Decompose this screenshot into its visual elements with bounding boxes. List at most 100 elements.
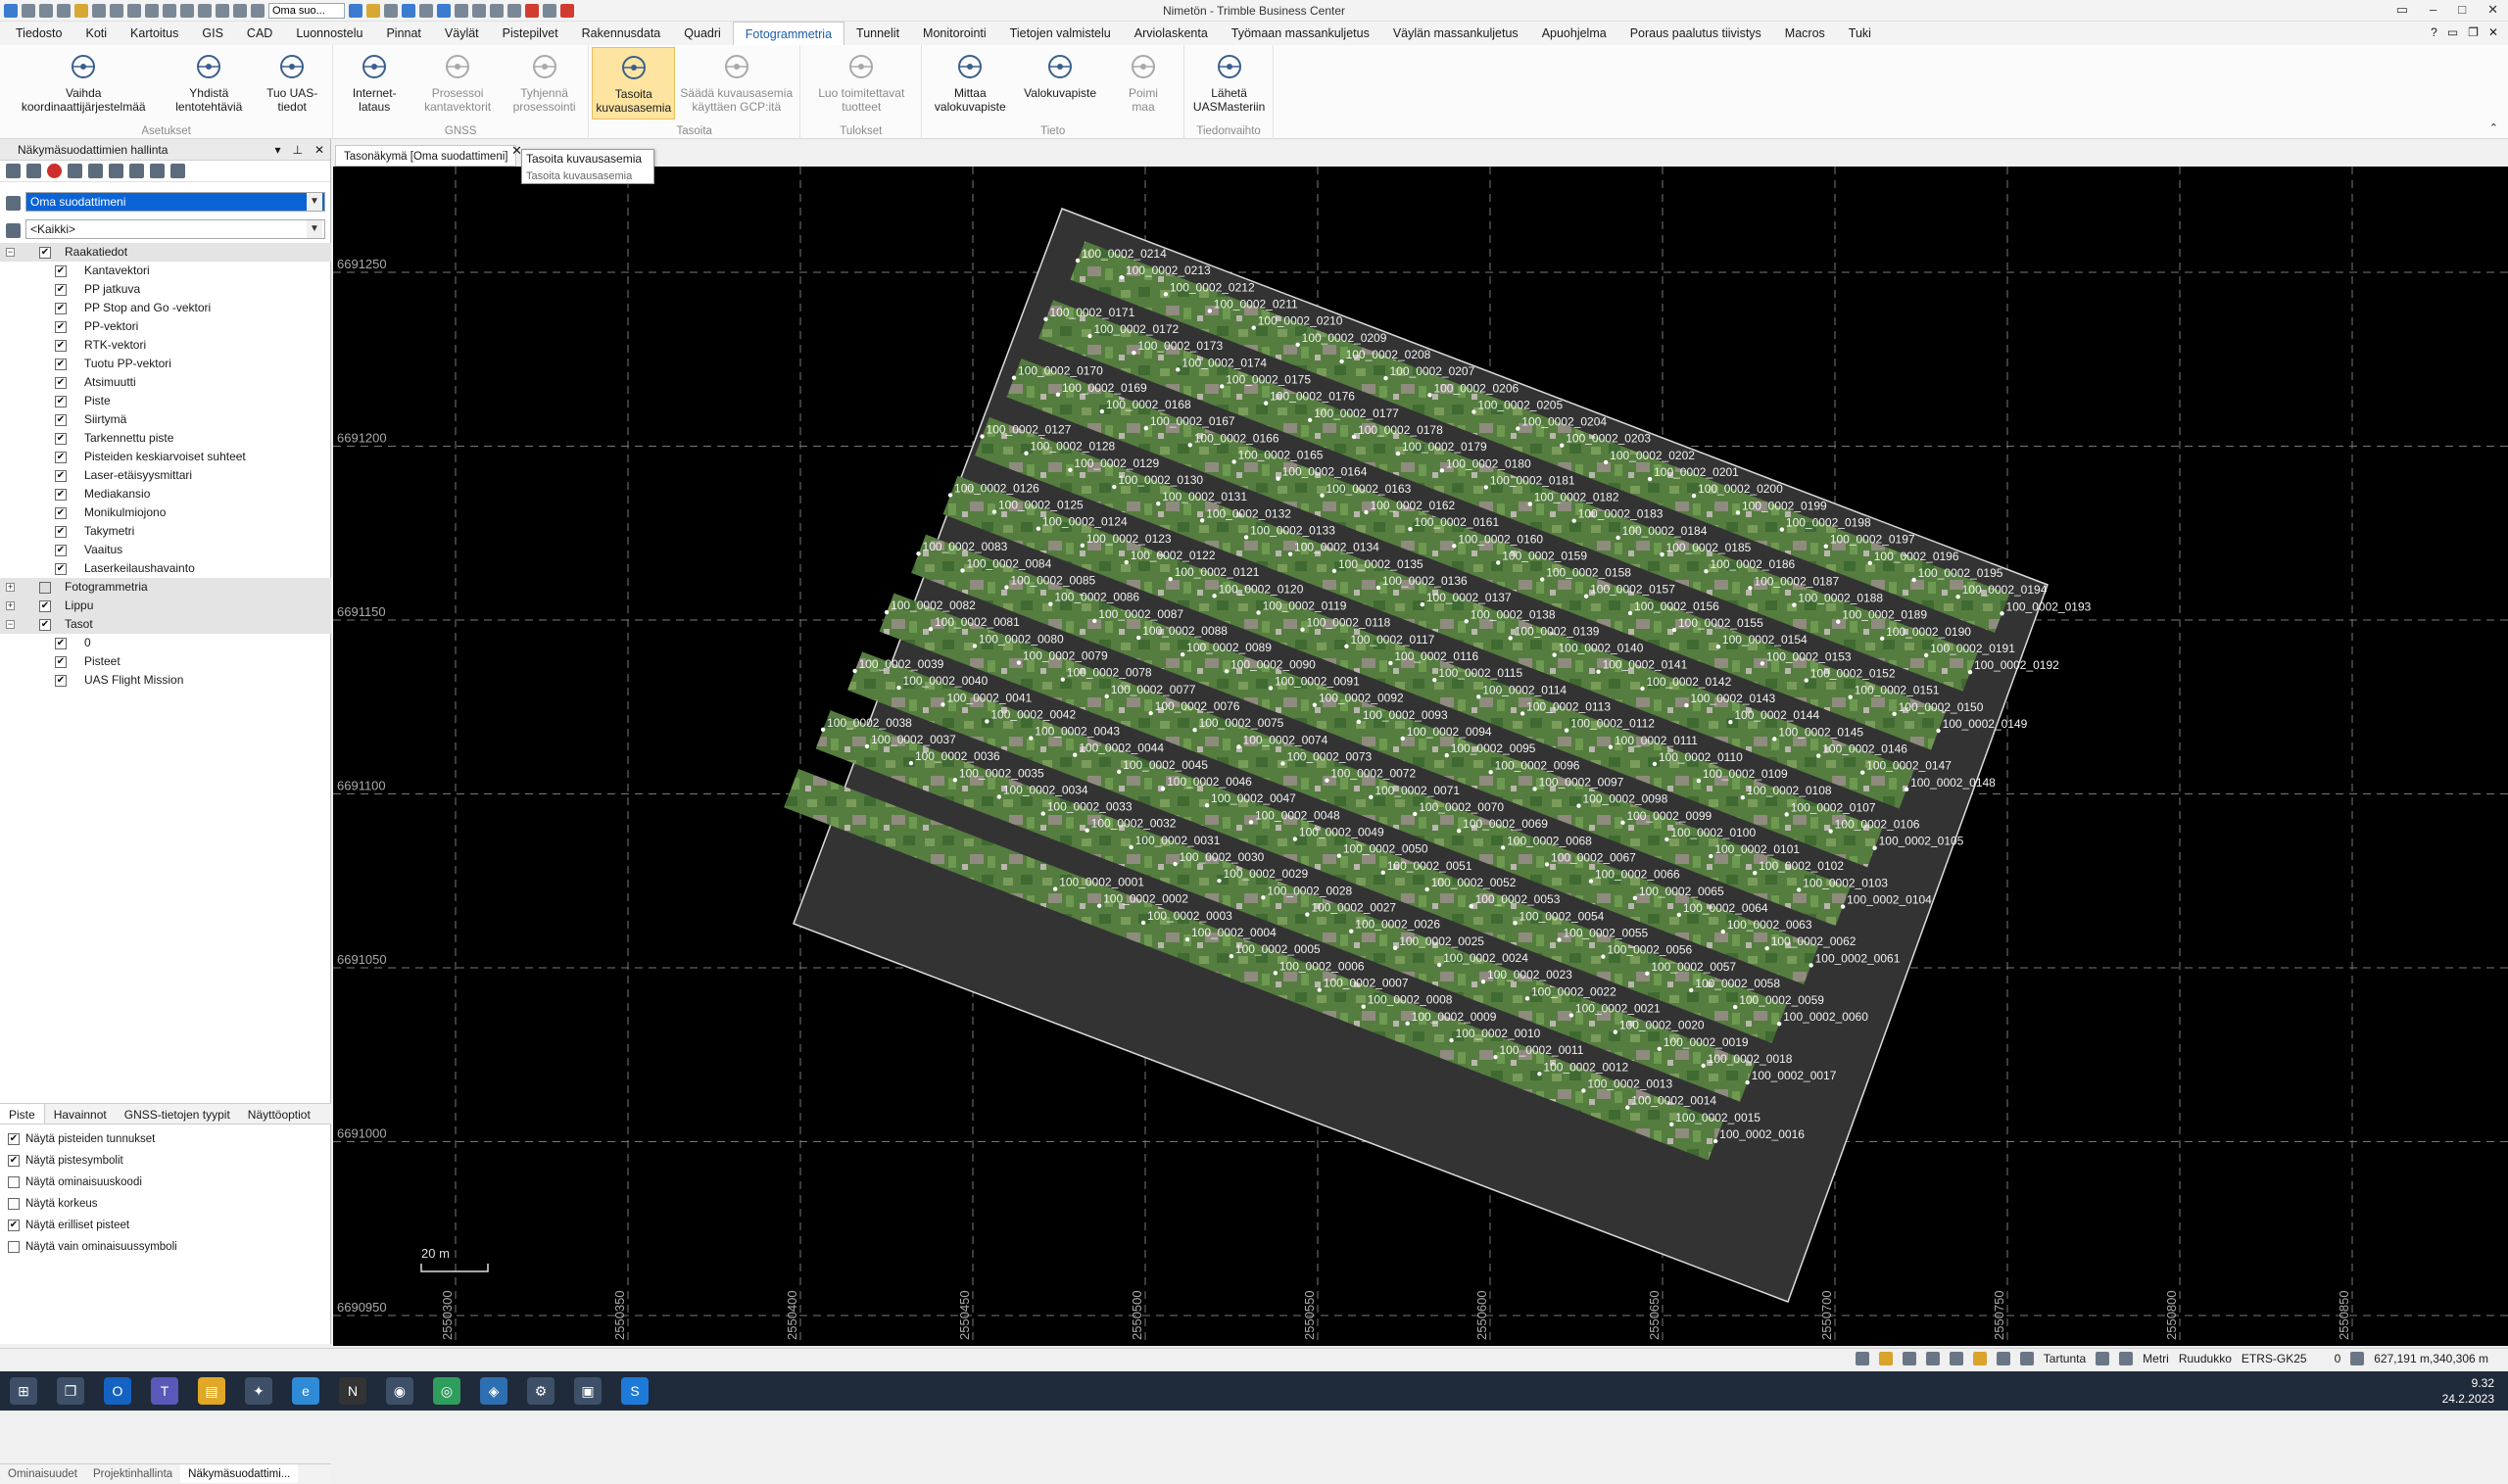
camera-station-point[interactable]	[1620, 820, 1625, 825]
camera-station-point[interactable]	[1024, 451, 1029, 455]
windows-start-icon[interactable]: ⊞	[10, 1377, 37, 1405]
camera-station-point[interactable]	[1295, 342, 1300, 347]
camera-station-point[interactable]	[1581, 1088, 1586, 1093]
camera-station-point[interactable]	[1243, 535, 1249, 540]
camera-station-point[interactable]	[1904, 787, 1909, 792]
camera-station-point[interactable]	[1217, 879, 1222, 884]
tree-item-checkbox[interactable]: ✔	[55, 489, 67, 501]
ribbon-button-1-2[interactable]: Tyhjennä prosessointi	[503, 47, 586, 120]
tree-item[interactable]: ✔ Atsimuutti	[0, 373, 331, 392]
scope-combo[interactable]: <Kaikki> ▼	[25, 219, 325, 239]
camera-station-point[interactable]	[1859, 770, 1865, 775]
menu-item-12[interactable]: Tunnelit	[844, 22, 911, 45]
camera-station-point[interactable]	[1004, 585, 1009, 590]
camera-station-point[interactable]	[1872, 845, 1877, 850]
tree-item[interactable]: ✔ Mediakansio	[0, 485, 331, 503]
camera-station-point[interactable]	[1720, 929, 1725, 934]
camera-station-point[interactable]	[1204, 802, 1210, 808]
camera-station-point[interactable]	[1544, 862, 1550, 867]
camera-station-point[interactable]	[1248, 820, 1254, 825]
filter-settings-icon[interactable]	[26, 164, 41, 178]
tree-item[interactable]: ✔ Pisteiden keskiarvoiset suhteet	[0, 448, 331, 466]
tree-item-checkbox[interactable]: ✔	[55, 656, 67, 668]
tree-item[interactable]: ✔ Laserkeilaushavainto	[0, 559, 331, 578]
camera-station-point[interactable]	[1400, 736, 1406, 742]
tree-item-checkbox[interactable]: ✔	[55, 321, 67, 333]
camera-station-point[interactable]	[1804, 678, 1809, 683]
option-row[interactable]: ✔ Näytä pistesymbolit	[0, 1150, 331, 1172]
menu-item-7[interactable]: Väylät	[433, 22, 491, 45]
camera-station-point[interactable]	[1104, 694, 1109, 699]
camera-station-point[interactable]	[1361, 1004, 1366, 1009]
camera-station-point[interactable]	[1212, 594, 1217, 598]
camera-station-point[interactable]	[1043, 316, 1048, 322]
camera-station-point[interactable]	[1728, 720, 1733, 725]
camera-station-point[interactable]	[1420, 601, 1425, 607]
camera-station-point[interactable]	[1967, 669, 1973, 675]
camera-station-point[interactable]	[1657, 1046, 1662, 1051]
camera-station-point[interactable]	[952, 778, 958, 783]
camera-station-point[interactable]	[1092, 618, 1097, 624]
camera-station-point[interactable]	[1199, 518, 1205, 523]
ribbon-button-1-1[interactable]: Prosessoi kantavektorit	[412, 47, 503, 120]
camera-station-point[interactable]	[1268, 686, 1274, 691]
unit-label[interactable]: Metri	[2143, 1352, 2169, 1365]
camera-station-point[interactable]	[1848, 694, 1853, 699]
camera-station-point[interactable]	[1287, 551, 1293, 556]
camera-station-point[interactable]	[1689, 987, 1694, 993]
camera-station-point[interactable]	[996, 794, 1002, 799]
camera-station-point[interactable]	[1263, 401, 1269, 406]
camera-station-point[interactable]	[908, 760, 914, 766]
menu-item-9[interactable]: Rakennusdata	[570, 22, 673, 45]
camera-station-point[interactable]	[1231, 459, 1236, 464]
tree-item[interactable]: ✔ Monikulmiojono	[0, 503, 331, 522]
camera-station-point[interactable]	[896, 685, 901, 691]
ribbon-button-0-1[interactable]: Yhdistä lentotehtäviä	[164, 47, 254, 120]
camera-station-point[interactable]	[1224, 669, 1230, 674]
ribbon-button-0-0[interactable]: Vaihda koordinaattijärjestelmää	[3, 47, 164, 120]
option-row[interactable]: ✔ Näytä pisteiden tunnukset	[0, 1128, 331, 1150]
camera-station-point[interactable]	[1471, 409, 1476, 414]
menu-item-6[interactable]: Pinnat	[374, 22, 432, 45]
options-tab-2[interactable]: GNSS-tietojen tyypit	[116, 1104, 239, 1124]
globe-icon[interactable]	[2119, 1352, 2134, 1365]
camera-station-point[interactable]	[1432, 677, 1437, 683]
camera-station-point[interactable]	[1405, 1021, 1410, 1027]
camera-station-point[interactable]	[1192, 727, 1197, 733]
camera-station-point[interactable]	[1696, 778, 1702, 784]
menu-item-20[interactable]: Macros	[1773, 22, 1837, 45]
menu-item-10[interactable]: Quadri	[672, 22, 733, 45]
camera-station-point[interactable]	[1375, 585, 1381, 591]
camera-station-point[interactable]	[940, 702, 945, 707]
ribbon-restore-icon[interactable]: ❐	[2468, 25, 2479, 39]
camera-station-point[interactable]	[1691, 494, 1697, 499]
camera-station-point[interactable]	[1760, 661, 1765, 666]
snap-label[interactable]: Tartunta	[2044, 1352, 2086, 1365]
tree-item[interactable]: ✔ Piste	[0, 392, 331, 410]
camera-station-point[interactable]	[1317, 987, 1322, 992]
camera-station-point[interactable]	[1339, 359, 1344, 364]
option-checkbox[interactable]	[8, 1198, 20, 1210]
layer-add-icon[interactable]	[109, 164, 123, 178]
camera-station-point[interactable]	[1140, 920, 1146, 926]
camera-station-point[interactable]	[1236, 744, 1241, 749]
menu-item-13[interactable]: Monitorointi	[911, 22, 998, 45]
option-row[interactable]: ✔ Näytä erilliset pisteet	[0, 1215, 331, 1236]
camera-station-point[interactable]	[1424, 886, 1429, 892]
option-checkbox[interactable]: ✔	[8, 1220, 20, 1231]
camera-station-point[interactable]	[1588, 879, 1594, 884]
camera-station-point[interactable]	[1256, 610, 1261, 615]
camera-station-point[interactable]	[972, 644, 978, 648]
snap-mid-icon[interactable]	[1996, 1352, 2010, 1365]
camera-station-point[interactable]	[1331, 568, 1337, 574]
camera-station-point[interactable]	[1449, 1037, 1454, 1043]
tree-item-checkbox[interactable]: ✔	[55, 507, 67, 519]
camera-station-point[interactable]	[1647, 476, 1653, 482]
panel-bottom-tab-0[interactable]: Ominaisuudet	[0, 1464, 85, 1483]
panel-close-icon[interactable]: ✕	[314, 139, 324, 161]
tree-item[interactable]: ✔ Laser-etäisyysmittari	[0, 466, 331, 485]
camera-station-point[interactable]	[1701, 1063, 1706, 1069]
camera-station-point[interactable]	[960, 568, 965, 573]
camera-station-point[interactable]	[1292, 837, 1298, 841]
layer-stack-icon[interactable]	[88, 164, 103, 178]
